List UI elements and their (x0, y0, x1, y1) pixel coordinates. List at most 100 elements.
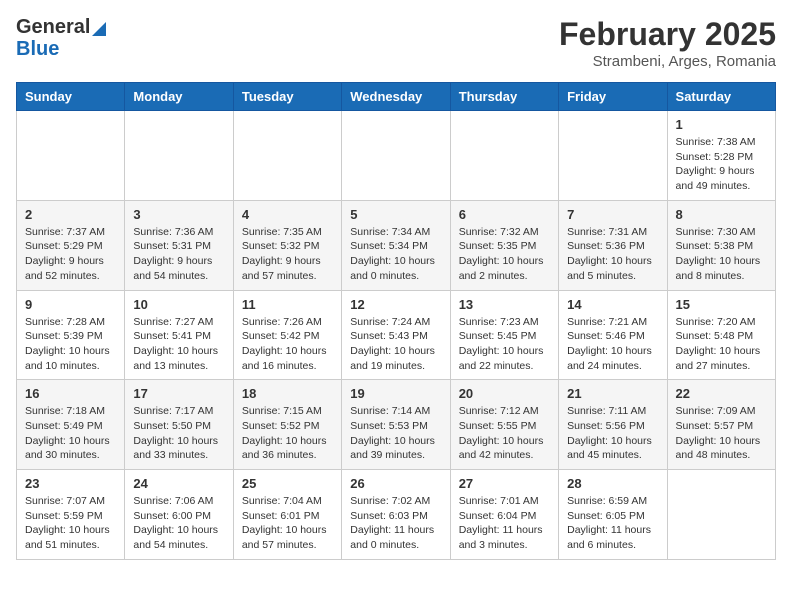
day-number: 1 (676, 117, 767, 132)
calendar-cell: 9 Sunrise: 7:28 AM Sunset: 5:39 PM Daylig… (17, 290, 125, 380)
month-title: February 2025 (559, 16, 776, 53)
day-number: 16 (25, 386, 116, 401)
calendar-cell (342, 111, 450, 201)
day-info: Sunrise: 7:02 AM Sunset: 6:03 PM Dayligh… (350, 494, 441, 553)
day-number: 14 (567, 297, 658, 312)
day-info: Sunrise: 7:04 AM Sunset: 6:01 PM Dayligh… (242, 494, 333, 553)
day-info: Sunrise: 7:23 AM Sunset: 5:45 PM Dayligh… (459, 315, 550, 374)
calendar-table: SundayMondayTuesdayWednesdayThursdayFrid… (16, 82, 776, 560)
day-info: Sunrise: 7:24 AM Sunset: 5:43 PM Dayligh… (350, 315, 441, 374)
calendar-cell: 5 Sunrise: 7:34 AM Sunset: 5:34 PM Daylig… (342, 200, 450, 290)
day-number: 11 (242, 297, 333, 312)
column-header-friday: Friday (559, 83, 667, 111)
day-number: 28 (567, 476, 658, 491)
calendar-week-row: 23 Sunrise: 7:07 AM Sunset: 5:59 PM Dayli… (17, 470, 776, 560)
day-number: 22 (676, 386, 767, 401)
location-subtitle: Strambeni, Arges, Romania (559, 53, 776, 70)
calendar-cell: 25 Sunrise: 7:04 AM Sunset: 6:01 PM Dayli… (233, 470, 341, 560)
day-info: Sunrise: 7:36 AM Sunset: 5:31 PM Dayligh… (133, 225, 224, 284)
calendar-cell: 1 Sunrise: 7:38 AM Sunset: 5:28 PM Daylig… (667, 111, 775, 201)
calendar-cell: 12Sunrise: 7:24 AM Sunset: 5:43 PM Dayli… (342, 290, 450, 380)
day-info: Sunrise: 7:37 AM Sunset: 5:29 PM Dayligh… (25, 225, 116, 284)
day-info: Sunrise: 7:12 AM Sunset: 5:55 PM Dayligh… (459, 404, 550, 463)
calendar-cell: 3 Sunrise: 7:36 AM Sunset: 5:31 PM Daylig… (125, 200, 233, 290)
day-number: 9 (25, 297, 116, 312)
calendar-cell: 14 Sunrise: 7:21 AM Sunset: 5:46 PM Dayli… (559, 290, 667, 380)
day-info: Sunrise: 7:34 AM Sunset: 5:34 PM Dayligh… (350, 225, 441, 284)
day-number: 3 (133, 207, 224, 222)
column-header-thursday: Thursday (450, 83, 558, 111)
day-number: 8 (676, 207, 767, 222)
calendar-cell: 28 Sunrise: 6:59 AM Sunset: 6:05 PM Dayli… (559, 470, 667, 560)
day-info: Sunrise: 7:21 AM Sunset: 5:46 PM Dayligh… (567, 315, 658, 374)
calendar-cell: 6Sunrise: 7:32 AM Sunset: 5:35 PM Daylig… (450, 200, 558, 290)
calendar-cell (559, 111, 667, 201)
day-info: Sunrise: 7:32 AM Sunset: 5:35 PM Dayligh… (459, 225, 550, 284)
column-header-monday: Monday (125, 83, 233, 111)
page-header: General Blue February 2025 Strambeni, Ar… (16, 16, 776, 70)
calendar-cell: 13 Sunrise: 7:23 AM Sunset: 5:45 PM Dayli… (450, 290, 558, 380)
calendar-cell: 27Sunrise: 7:01 AM Sunset: 6:04 PM Dayli… (450, 470, 558, 560)
calendar-cell: 2 Sunrise: 7:37 AM Sunset: 5:29 PM Daylig… (17, 200, 125, 290)
day-info: Sunrise: 7:31 AM Sunset: 5:36 PM Dayligh… (567, 225, 658, 284)
day-info: Sunrise: 7:11 AM Sunset: 5:56 PM Dayligh… (567, 404, 658, 463)
calendar-cell: 21Sunrise: 7:11 AM Sunset: 5:56 PM Dayli… (559, 380, 667, 470)
day-info: Sunrise: 7:15 AM Sunset: 5:52 PM Dayligh… (242, 404, 333, 463)
calendar-cell (450, 111, 558, 201)
day-info: Sunrise: 7:28 AM Sunset: 5:39 PM Dayligh… (25, 315, 116, 374)
logo-blue-text: Blue (16, 38, 106, 60)
logo-arrow-icon (92, 18, 106, 36)
calendar-cell: 16 Sunrise: 7:18 AM Sunset: 5:49 PM Dayli… (17, 380, 125, 470)
day-number: 5 (350, 207, 441, 222)
calendar-cell: 22 Sunrise: 7:09 AM Sunset: 5:57 PM Dayli… (667, 380, 775, 470)
calendar-week-row: 2 Sunrise: 7:37 AM Sunset: 5:29 PM Daylig… (17, 200, 776, 290)
calendar-cell: 7Sunrise: 7:31 AM Sunset: 5:36 PM Daylig… (559, 200, 667, 290)
day-number: 13 (459, 297, 550, 312)
day-info: Sunrise: 7:20 AM Sunset: 5:48 PM Dayligh… (676, 315, 767, 374)
day-number: 2 (25, 207, 116, 222)
column-header-saturday: Saturday (667, 83, 775, 111)
column-header-wednesday: Wednesday (342, 83, 450, 111)
day-number: 25 (242, 476, 333, 491)
calendar-week-row: 9 Sunrise: 7:28 AM Sunset: 5:39 PM Daylig… (17, 290, 776, 380)
calendar-cell: 4 Sunrise: 7:35 AM Sunset: 5:32 PM Daylig… (233, 200, 341, 290)
column-header-tuesday: Tuesday (233, 83, 341, 111)
day-number: 4 (242, 207, 333, 222)
day-number: 26 (350, 476, 441, 491)
day-info: Sunrise: 6:59 AM Sunset: 6:05 PM Dayligh… (567, 494, 658, 553)
day-number: 19 (350, 386, 441, 401)
calendar-week-row: 16 Sunrise: 7:18 AM Sunset: 5:49 PM Dayli… (17, 380, 776, 470)
day-info: Sunrise: 7:07 AM Sunset: 5:59 PM Dayligh… (25, 494, 116, 553)
column-header-sunday: Sunday (17, 83, 125, 111)
title-area: February 2025 Strambeni, Arges, Romania (559, 16, 776, 70)
day-number: 23 (25, 476, 116, 491)
calendar-cell: 19Sunrise: 7:14 AM Sunset: 5:53 PM Dayli… (342, 380, 450, 470)
calendar-cell: 20 Sunrise: 7:12 AM Sunset: 5:55 PM Dayli… (450, 380, 558, 470)
day-number: 18 (242, 386, 333, 401)
day-info: Sunrise: 7:18 AM Sunset: 5:49 PM Dayligh… (25, 404, 116, 463)
calendar-cell: 11 Sunrise: 7:26 AM Sunset: 5:42 PM Dayli… (233, 290, 341, 380)
calendar-cell: 26 Sunrise: 7:02 AM Sunset: 6:03 PM Dayli… (342, 470, 450, 560)
day-info: Sunrise: 7:30 AM Sunset: 5:38 PM Dayligh… (676, 225, 767, 284)
logo: General Blue (16, 16, 106, 60)
calendar-cell: 24 Sunrise: 7:06 AM Sunset: 6:00 PM Dayli… (125, 470, 233, 560)
day-number: 10 (133, 297, 224, 312)
calendar-cell (125, 111, 233, 201)
day-info: Sunrise: 7:17 AM Sunset: 5:50 PM Dayligh… (133, 404, 224, 463)
logo-general-text: General (16, 16, 90, 38)
calendar-cell: 15 Sunrise: 7:20 AM Sunset: 5:48 PM Dayli… (667, 290, 775, 380)
calendar-header-row: SundayMondayTuesdayWednesdayThursdayFrid… (17, 83, 776, 111)
calendar-cell (17, 111, 125, 201)
day-info: Sunrise: 7:01 AM Sunset: 6:04 PM Dayligh… (459, 494, 550, 553)
day-info: Sunrise: 7:26 AM Sunset: 5:42 PM Dayligh… (242, 315, 333, 374)
day-number: 20 (459, 386, 550, 401)
calendar-cell: 8 Sunrise: 7:30 AM Sunset: 5:38 PM Daylig… (667, 200, 775, 290)
day-number: 15 (676, 297, 767, 312)
day-info: Sunrise: 7:38 AM Sunset: 5:28 PM Dayligh… (676, 135, 767, 194)
day-info: Sunrise: 7:35 AM Sunset: 5:32 PM Dayligh… (242, 225, 333, 284)
day-number: 24 (133, 476, 224, 491)
day-info: Sunrise: 7:06 AM Sunset: 6:00 PM Dayligh… (133, 494, 224, 553)
calendar-cell: 17Sunrise: 7:17 AM Sunset: 5:50 PM Dayli… (125, 380, 233, 470)
calendar-cell: 18 Sunrise: 7:15 AM Sunset: 5:52 PM Dayli… (233, 380, 341, 470)
day-info: Sunrise: 7:09 AM Sunset: 5:57 PM Dayligh… (676, 404, 767, 463)
